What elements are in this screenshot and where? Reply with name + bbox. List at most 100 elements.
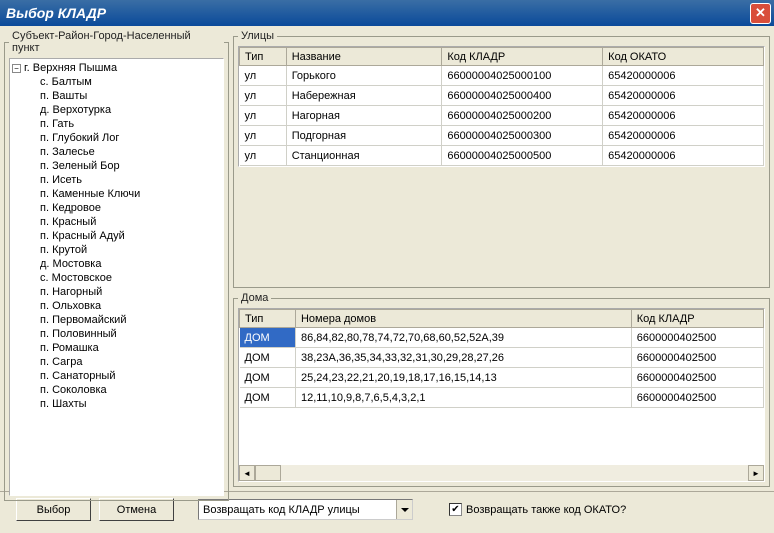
return-mode-combo[interactable]: Возвращать код КЛАДР улицы [198,499,413,520]
scroll-left-icon[interactable]: ◄ [239,465,255,481]
tree-item[interactable]: п. Кедровое [12,201,221,215]
street-cell-type[interactable]: ул [240,86,287,106]
house-row[interactable]: ДОМ86,84,82,80,78,74,72,70,68,60,52,52А,… [240,328,764,348]
street-cell-name[interactable]: Набережная [286,86,442,106]
house-cell-type[interactable]: ДОМ [240,368,296,388]
tree-item[interactable]: д. Мостовка [12,257,221,271]
tree-collapse-icon[interactable]: − [12,64,21,73]
street-cell-okato[interactable]: 65420000006 [603,146,764,166]
tree-item[interactable]: с. Мостовское [12,271,221,285]
tree-item[interactable]: п. Гать [12,117,221,131]
house-cell-type[interactable]: ДОМ [240,348,296,368]
street-cell-okato[interactable]: 65420000006 [603,106,764,126]
tree-root-label: г. Верхняя Пышма [24,62,117,74]
title-bar: Выбор КЛАДР ✕ [0,0,774,26]
streets-header-kladr[interactable]: Код КЛАДР [442,48,603,66]
street-cell-okato[interactable]: 65420000006 [603,86,764,106]
okato-checkbox-wrap[interactable]: ✔ Возвращать также код ОКАТО? [449,503,626,516]
tree-item[interactable]: п. Залесье [12,145,221,159]
house-row[interactable]: ДОМ38,23А,36,35,34,33,32,31,30,29,28,27,… [240,348,764,368]
house-cell-numbers[interactable]: 86,84,82,80,78,74,72,70,68,60,52,52А,39 [295,328,631,348]
street-cell-type[interactable]: ул [240,106,287,126]
tree-item[interactable]: п. Глубокий Лог [12,131,221,145]
tree-item[interactable]: п. Каменные Ключи [12,187,221,201]
tree-fieldset: Субъект-Район-Город-Населенный пункт − г… [4,30,229,501]
street-cell-kladr[interactable]: 66000004025000500 [442,146,603,166]
house-cell-kladr[interactable]: 6600000402500 [631,388,763,408]
scroll-thumb[interactable] [255,465,281,481]
street-cell-name[interactable]: Горького [286,66,442,86]
street-cell-name[interactable]: Станционная [286,146,442,166]
houses-fieldset: Дома Тип Номера домов Код КЛАДР ДОМ86,84… [233,292,770,487]
tree-item[interactable]: п. Крутой [12,243,221,257]
street-row[interactable]: улСтанционная660000040250005006542000000… [240,146,764,166]
cancel-button[interactable]: Отмена [99,498,174,521]
okato-checkbox[interactable]: ✔ [449,503,462,516]
street-row[interactable]: улНагорная6600000402500020065420000006 [240,106,764,126]
streets-header-type[interactable]: Тип [240,48,287,66]
tree-item[interactable]: п. Первомайский [12,313,221,327]
street-cell-kladr[interactable]: 66000004025000200 [442,106,603,126]
house-cell-type[interactable]: ДОМ [240,388,296,408]
street-cell-type[interactable]: ул [240,146,287,166]
street-row[interactable]: улНабережная6600000402500040065420000006 [240,86,764,106]
right-panel: Улицы Тип Название Код КЛАДР Код ОКАТО у… [233,30,770,487]
street-cell-type[interactable]: ул [240,126,287,146]
street-row[interactable]: улГорького6600000402500010065420000006 [240,66,764,86]
street-cell-kladr[interactable]: 66000004025000100 [442,66,603,86]
streets-grid-wrap: Тип Название Код КЛАДР Код ОКАТО улГорьк… [238,46,765,167]
house-cell-type[interactable]: ДОМ [240,328,296,348]
streets-fieldset: Улицы Тип Название Код КЛАДР Код ОКАТО у… [233,30,770,288]
streets-header-okato[interactable]: Код ОКАТО [603,48,764,66]
tree-item[interactable]: п. Ольховка [12,299,221,313]
tree-legend: Субъект-Район-Город-Населенный пункт [9,30,224,54]
street-cell-name[interactable]: Подгорная [286,126,442,146]
house-cell-numbers[interactable]: 25,24,23,22,21,20,19,18,17,16,15,14,13 [295,368,631,388]
location-tree[interactable]: − г. Верхняя Пышма с. Балтымп. Ваштыд. В… [9,58,224,496]
tree-item[interactable]: п. Соколовка [12,383,221,397]
tree-item[interactable]: п. Ромашка [12,341,221,355]
house-cell-numbers[interactable]: 12,11,10,9,8,7,6,5,4,3,2,1 [295,388,631,408]
street-cell-name[interactable]: Нагорная [286,106,442,126]
houses-scrollbar[interactable]: ◄ ► [239,465,764,481]
okato-checkbox-label: Возвращать также код ОКАТО? [466,504,626,516]
left-panel: Субъект-Район-Город-Населенный пункт − г… [4,30,229,487]
close-button[interactable]: ✕ [750,3,771,24]
scroll-right-icon[interactable]: ► [748,465,764,481]
tree-item[interactable]: п. Сагра [12,355,221,369]
houses-header-numbers[interactable]: Номера домов [295,310,631,328]
house-cell-kladr[interactable]: 6600000402500 [631,328,763,348]
houses-header-kladr[interactable]: Код КЛАДР [631,310,763,328]
street-cell-okato[interactable]: 65420000006 [603,66,764,86]
house-row[interactable]: ДОМ25,24,23,22,21,20,19,18,17,16,15,14,1… [240,368,764,388]
house-cell-numbers[interactable]: 38,23А,36,35,34,33,32,31,30,29,28,27,26 [295,348,631,368]
tree-item[interactable]: д. Верхотурка [12,103,221,117]
tree-item[interactable]: п. Красный [12,215,221,229]
tree-item[interactable]: с. Балтым [12,75,221,89]
tree-root-row[interactable]: − г. Верхняя Пышма [12,61,221,75]
tree-item[interactable]: п. Зеленый Бор [12,159,221,173]
houses-legend: Дома [238,292,271,304]
houses-header-type[interactable]: Тип [240,310,296,328]
house-cell-kladr[interactable]: 6600000402500 [631,368,763,388]
house-cell-kladr[interactable]: 6600000402500 [631,348,763,368]
street-cell-type[interactable]: ул [240,66,287,86]
select-button[interactable]: Выбор [16,498,91,521]
street-cell-kladr[interactable]: 66000004025000400 [442,86,603,106]
tree-item[interactable]: п. Санаторный [12,369,221,383]
tree-item[interactable]: п. Вашты [12,89,221,103]
street-cell-okato[interactable]: 65420000006 [603,126,764,146]
streets-table[interactable]: Тип Название Код КЛАДР Код ОКАТО улГорьк… [239,47,764,166]
tree-item[interactable]: п. Исеть [12,173,221,187]
tree-item[interactable]: п. Половинный [12,327,221,341]
streets-legend: Улицы [238,30,277,42]
tree-item[interactable]: п. Красный Адуй [12,229,221,243]
street-cell-kladr[interactable]: 66000004025000300 [442,126,603,146]
tree-item[interactable]: п. Шахты [12,397,221,411]
houses-table[interactable]: Тип Номера домов Код КЛАДР ДОМ86,84,82,8… [239,309,764,408]
street-row[interactable]: улПодгорная6600000402500030065420000006 [240,126,764,146]
streets-header-name[interactable]: Название [286,48,442,66]
scroll-track[interactable] [255,465,748,481]
house-row[interactable]: ДОМ12,11,10,9,8,7,6,5,4,3,2,166000004025… [240,388,764,408]
tree-item[interactable]: п. Нагорный [12,285,221,299]
